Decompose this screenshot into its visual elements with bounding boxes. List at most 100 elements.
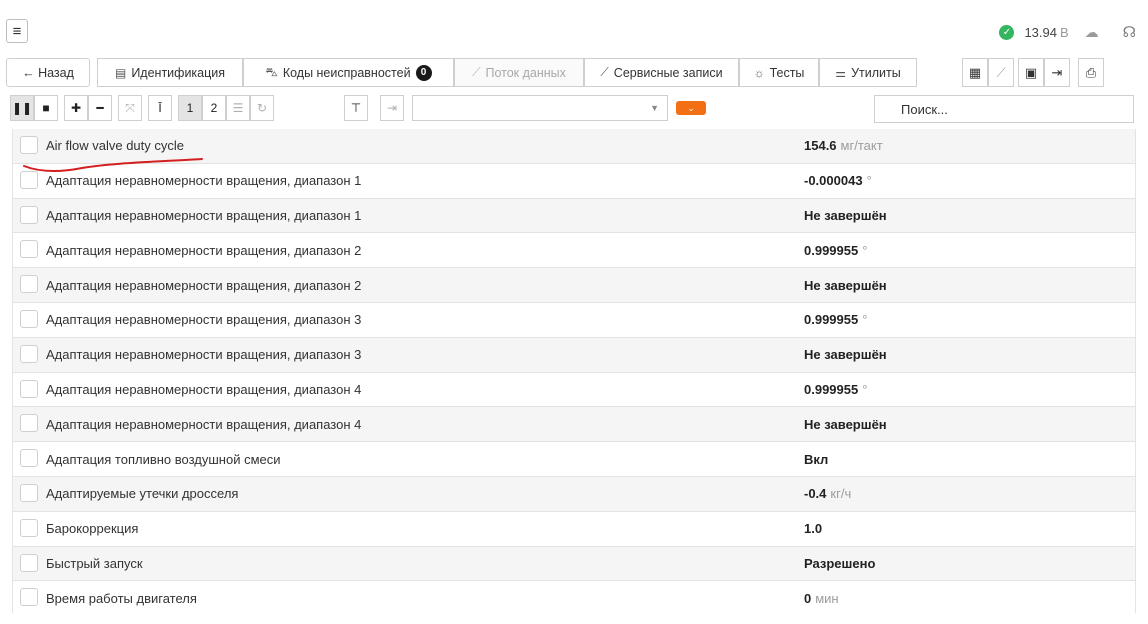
parameter-value: Не завершён	[804, 277, 887, 293]
row-checkbox[interactable]	[20, 414, 38, 433]
parameter-value: 154.6 мг/такт	[804, 138, 883, 154]
row-checkbox[interactable]	[20, 344, 38, 363]
page-2-button[interactable]: 2	[202, 95, 226, 121]
page-1-button[interactable]: 1	[178, 95, 202, 121]
row-checkbox[interactable]	[20, 518, 38, 537]
table-row[interactable]: Барокоррекция 1.0	[13, 511, 1135, 547]
parameter-value: Не завершён	[804, 416, 887, 432]
parameter-unit: мин	[815, 590, 839, 606]
expand-button[interactable]: ⤧	[118, 95, 142, 121]
text-height-button[interactable]: Ī	[148, 95, 172, 121]
parameter-value: 0.999955 °	[804, 381, 868, 397]
parameter-name: Быстрый запуск	[46, 555, 143, 571]
back-button[interactable]: ← Назад	[6, 58, 90, 87]
row-checkbox[interactable]	[20, 240, 38, 259]
parameter-name: Адаптация топливно воздушной смеси	[46, 451, 281, 467]
row-checkbox[interactable]	[20, 449, 38, 468]
parameter-unit: °	[862, 381, 868, 397]
tab-utilities[interactable]: ⚌ Утилиты	[819, 58, 917, 87]
data-toolbar: ❚❚ ■ ✚ ━ ⤧ Ī 1 2 ☰ ↻ ⊤ ⇥ ▼ ⌄	[0, 94, 1148, 124]
parameter-value: Разрешено	[804, 555, 876, 571]
top-bar: ≡ ✓ 13.94 В ☁ ☊	[0, 0, 1148, 52]
row-checkbox[interactable]	[20, 553, 38, 572]
fullscreen-button[interactable]: ▣	[1018, 58, 1044, 87]
table-row[interactable]: Время работы двигателя 0 мин	[13, 581, 1135, 613]
table-row[interactable]: Адаптация неравномерности вращения, диап…	[13, 372, 1135, 408]
parameter-select[interactable]: ▼	[412, 95, 668, 121]
table-row[interactable]: Быстрый запуск Разрешено	[13, 546, 1135, 582]
parameter-unit: °	[862, 312, 868, 328]
parameter-value: Не завершён	[804, 207, 887, 223]
fault-count-badge: 0	[415, 64, 432, 81]
list-icon: ☰	[232, 101, 244, 115]
grid-view-button[interactable]: ▦	[962, 58, 988, 87]
tab-tests[interactable]: ☼ Тесты	[739, 58, 819, 87]
stop-button[interactable]: ■	[34, 95, 58, 121]
tab-data-stream[interactable]: ⟋ Поток данных	[454, 58, 584, 87]
parameter-name: Адаптация неравномерности вращения, диап…	[46, 416, 362, 432]
row-checkbox[interactable]	[20, 588, 38, 607]
table-row[interactable]: Адаптация неравномерности вращения, диап…	[13, 407, 1135, 443]
orange-toggle-button[interactable]: ⌄	[676, 101, 706, 115]
parameter-unit: °	[862, 242, 868, 258]
parameter-value: 0.999955 °	[804, 242, 868, 258]
parameter-name: Адаптация неравномерности вращения, диап…	[46, 381, 362, 397]
parameter-unit: °	[866, 173, 872, 189]
graph-view-button[interactable]: ⟋	[988, 58, 1014, 87]
table-row[interactable]: Адаптация неравномерности вращения, диап…	[13, 302, 1135, 338]
arrow-button[interactable]: ⇥	[380, 95, 404, 121]
parameter-value: 0.999955 °	[804, 312, 868, 328]
table-row[interactable]: Air flow valve duty cycle 154.6 мг/такт	[13, 129, 1135, 164]
row-checkbox[interactable]	[20, 483, 38, 502]
hamburger-icon: ≡	[12, 22, 22, 40]
parameter-name: Air flow valve duty cycle	[46, 138, 184, 154]
row-checkbox[interactable]	[20, 379, 38, 398]
parameter-name: Адаптируемые утечки дросселя	[46, 486, 239, 502]
export-button[interactable]: ⇥	[1044, 58, 1070, 87]
parameter-unit: кг/ч	[830, 486, 852, 502]
parameter-value: Не завершён	[804, 347, 887, 363]
table-row[interactable]: Адаптация топливно воздушной смеси Вкл	[13, 442, 1135, 477]
status-area: ✓ 13.94 В ☁ ☊	[999, 22, 1136, 42]
pause-button[interactable]: ❚❚	[10, 95, 34, 121]
headset-icon[interactable]: ☊	[1123, 23, 1136, 41]
parameter-name: Адаптация неравномерности вращения, диап…	[46, 242, 362, 258]
row-checkbox[interactable]	[20, 309, 38, 328]
cloud-icon[interactable]: ☁	[1085, 24, 1099, 41]
table-row[interactable]: Адаптируемые утечки дросселя -0.4 кг/ч	[13, 476, 1135, 512]
minus-icon: ━	[96, 101, 104, 115]
filter-clear-icon: ⊤	[350, 101, 362, 115]
text-height-icon: Ī	[158, 101, 162, 115]
frame-icon: ▣	[1024, 64, 1038, 80]
row-checkbox[interactable]	[20, 275, 38, 294]
car-icon: ⛍	[265, 64, 278, 79]
refresh-button[interactable]: ↻	[250, 95, 274, 121]
add-button[interactable]: ✚	[64, 95, 88, 121]
chevron-down-icon: ⌄	[687, 102, 695, 113]
refresh-icon: ↻	[256, 101, 268, 115]
data-table: Air flow valve duty cycle 154.6 мг/такт Ада…	[12, 129, 1136, 613]
table-row[interactable]: Адаптация неравномерности вращения, диап…	[13, 163, 1135, 199]
row-checkbox[interactable]	[20, 136, 38, 154]
arrow-right-icon: ⇥	[386, 101, 398, 115]
remove-button[interactable]: ━	[88, 95, 112, 121]
row-checkbox[interactable]	[20, 170, 38, 189]
check-circle-icon: ✓	[999, 24, 1015, 40]
row-checkbox[interactable]	[20, 205, 38, 224]
printer-icon: ⎙	[1085, 64, 1097, 80]
table-row[interactable]: Адаптация неравномерности вращения, диап…	[13, 233, 1135, 269]
parameter-name: Адаптация неравномерности вращения, диап…	[46, 347, 362, 363]
export-icon: ⇥	[1051, 64, 1063, 80]
table-row[interactable]: Адаптация неравномерности вращения, диап…	[13, 268, 1135, 303]
print-button[interactable]: ⎙	[1078, 58, 1104, 87]
menu-button[interactable]: ≡	[6, 19, 28, 43]
table-row[interactable]: Адаптация неравномерности вращения, диап…	[13, 337, 1135, 373]
table-row[interactable]: Адаптация неравномерности вращения, диап…	[13, 198, 1135, 234]
list-button[interactable]: ☰	[226, 95, 250, 121]
tab-service-records[interactable]: ⟋ Сервисные записи	[584, 58, 739, 87]
tab-fault-codes[interactable]: ⛍ Коды неисправностей 0	[243, 58, 454, 87]
stop-icon: ■	[42, 101, 50, 115]
clear-filter-button[interactable]: ⊤	[344, 95, 368, 121]
tab-identification[interactable]: ▤ Идентификация	[97, 58, 243, 87]
search-input[interactable]	[874, 95, 1134, 123]
